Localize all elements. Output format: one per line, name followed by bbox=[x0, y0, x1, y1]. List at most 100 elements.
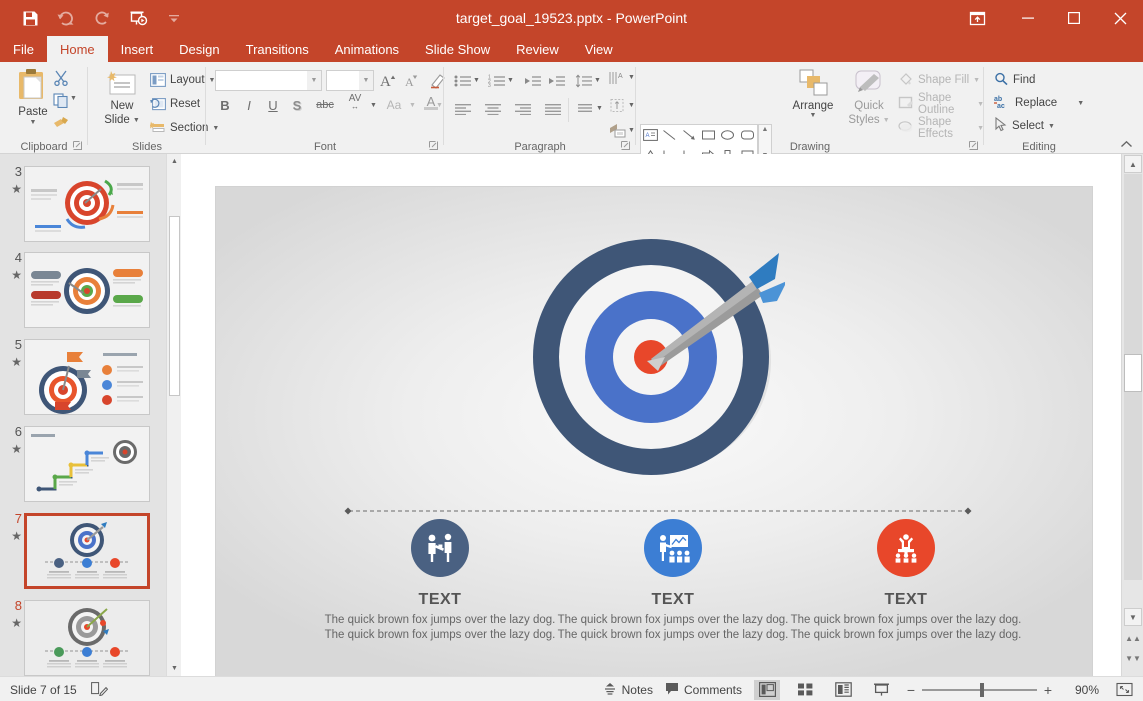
numbering-icon[interactable]: 123 bbox=[486, 71, 507, 91]
scroll-up-icon[interactable]: ▲ bbox=[1124, 155, 1142, 173]
target-with-arrow-graphic[interactable] bbox=[525, 209, 785, 479]
align-text-caret-icon[interactable]: ▼ bbox=[628, 102, 635, 109]
numbering-caret-icon[interactable]: ▼ bbox=[507, 77, 514, 84]
text-direction-caret-icon[interactable]: ▼ bbox=[628, 74, 635, 81]
decrease-indent-icon[interactable] bbox=[522, 71, 543, 91]
zoom-level-label[interactable]: 90% bbox=[1065, 683, 1099, 697]
tab-review[interactable]: Review bbox=[503, 36, 572, 62]
new-slide-caret-icon[interactable]: ▼ bbox=[133, 117, 140, 124]
zoom-track[interactable] bbox=[922, 689, 1037, 691]
scroll-thumb[interactable] bbox=[1124, 354, 1142, 392]
line-spacing-icon[interactable] bbox=[573, 71, 594, 91]
current-slide[interactable]: TEXT The quick brown fox jumps over the … bbox=[215, 186, 1093, 682]
slide-thumbnail-pane[interactable]: 3 ★ bbox=[0, 154, 166, 676]
decrease-font-size-icon[interactable]: A bbox=[402, 70, 424, 90]
zoom-handle[interactable] bbox=[980, 683, 984, 697]
normal-view-button[interactable] bbox=[754, 680, 780, 700]
shapes-scroll-up-icon[interactable]: ▲ bbox=[762, 126, 769, 133]
font-color-caret-icon[interactable]: ▼ bbox=[436, 102, 443, 109]
collapse-ribbon-icon[interactable] bbox=[1120, 140, 1133, 152]
align-left-icon[interactable] bbox=[452, 99, 473, 119]
align-text-icon[interactable] bbox=[607, 96, 628, 116]
thumbnail-slide-4[interactable] bbox=[24, 252, 150, 328]
change-case-caret-icon[interactable]: ▼ bbox=[409, 102, 416, 109]
replace-caret-icon[interactable]: ▼ bbox=[1077, 100, 1084, 107]
shape-fill-caret-icon[interactable]: ▼ bbox=[973, 77, 980, 84]
tab-home[interactable]: Home bbox=[47, 36, 108, 62]
ribbon-display-options-icon[interactable] bbox=[955, 0, 999, 36]
zoom-out-button[interactable]: − bbox=[906, 682, 916, 698]
slide-vertical-scrollbar[interactable]: ▲ ▼ ▲▲ ▼▼ bbox=[1121, 154, 1143, 676]
thumbnail-slide-8[interactable] bbox=[24, 600, 150, 676]
tab-animations[interactable]: Animations bbox=[322, 36, 412, 62]
quick-styles-caret-icon[interactable]: ▼ bbox=[883, 117, 890, 124]
font-size-combo[interactable]: ▼ bbox=[326, 70, 374, 91]
tab-insert[interactable]: Insert bbox=[108, 36, 167, 62]
bullets-icon[interactable] bbox=[452, 71, 473, 91]
font-dialog-launcher[interactable] bbox=[429, 141, 440, 152]
quick-styles-button[interactable]: Quick Styles ▼ bbox=[844, 68, 894, 126]
thumbnail-slide-3[interactable] bbox=[24, 166, 150, 242]
tab-design[interactable]: Design bbox=[166, 36, 232, 62]
thumbnail-scroll-thumb[interactable] bbox=[169, 216, 180, 396]
slide-sorter-view-button[interactable] bbox=[792, 680, 818, 700]
new-slide-button[interactable]: New Slide ▼ bbox=[95, 70, 149, 126]
arrange-caret-icon[interactable]: ▼ bbox=[810, 112, 817, 119]
find-button[interactable]: Find bbox=[994, 70, 1035, 90]
tab-file[interactable]: File bbox=[0, 36, 47, 62]
tab-view[interactable]: View bbox=[572, 36, 626, 62]
shape-arrow-icon[interactable] bbox=[680, 125, 699, 145]
slide-column-3[interactable]: TEXT The quick brown fox jumps over the … bbox=[786, 519, 1026, 642]
thumbnail-scroll-up-icon[interactable]: ▲ bbox=[167, 154, 182, 169]
shape-rounded-rectangle-icon[interactable] bbox=[738, 125, 757, 145]
shape-rectangle-icon[interactable] bbox=[699, 125, 718, 145]
shape-line-icon[interactable] bbox=[660, 125, 679, 145]
drawing-dialog-launcher[interactable] bbox=[969, 141, 980, 152]
shape-effects-button[interactable]: Shape Effects ▼ bbox=[898, 118, 984, 138]
maximize-icon[interactable] bbox=[1051, 0, 1097, 36]
text-shadow-button[interactable]: S bbox=[287, 95, 307, 115]
increase-font-size-icon[interactable]: A bbox=[378, 70, 400, 90]
shape-textbox-icon[interactable]: A bbox=[641, 125, 660, 145]
slide-edit-area[interactable]: TEXT The quick brown fox jumps over the … bbox=[181, 154, 1121, 676]
zoom-in-button[interactable]: + bbox=[1043, 682, 1053, 698]
scroll-down-icon[interactable]: ▼ bbox=[1124, 608, 1142, 626]
replace-button[interactable]: abac Replace ▼ bbox=[994, 93, 1084, 113]
bold-button[interactable]: B bbox=[215, 95, 235, 115]
line-spacing-caret-icon[interactable]: ▼ bbox=[594, 77, 601, 84]
align-center-icon[interactable] bbox=[482, 99, 503, 119]
convert-smartart-icon[interactable] bbox=[607, 121, 628, 141]
cut-icon[interactable] bbox=[50, 68, 71, 88]
italic-button[interactable]: I bbox=[239, 95, 259, 115]
format-painter-icon[interactable] bbox=[50, 112, 71, 132]
slide-column-2[interactable]: TEXT The quick brown fox jumps over the … bbox=[553, 519, 793, 642]
arrange-button[interactable]: Arrange ▼ bbox=[786, 68, 840, 119]
strikethrough-button[interactable]: abc bbox=[311, 95, 339, 115]
change-case-button[interactable]: Aa bbox=[382, 95, 406, 115]
previous-slide-icon[interactable]: ▲▲ bbox=[1124, 630, 1142, 646]
bullets-caret-icon[interactable]: ▼ bbox=[473, 77, 480, 84]
copy-icon[interactable] bbox=[50, 90, 71, 110]
font-name-caret-icon[interactable]: ▼ bbox=[307, 71, 321, 90]
close-icon[interactable] bbox=[1097, 0, 1143, 36]
slide-column-1[interactable]: TEXT The quick brown fox jumps over the … bbox=[320, 519, 560, 642]
reading-view-button[interactable] bbox=[830, 680, 856, 700]
thumbnail-slide-5[interactable] bbox=[24, 339, 150, 415]
slideshow-view-button[interactable] bbox=[868, 680, 894, 700]
character-spacing-caret-icon[interactable]: ▼ bbox=[370, 102, 377, 109]
character-spacing-button[interactable]: AV ↔ bbox=[342, 93, 368, 113]
underline-button[interactable]: U bbox=[263, 95, 283, 115]
shape-oval-icon[interactable] bbox=[718, 125, 737, 145]
comments-button[interactable]: Comments bbox=[665, 682, 742, 698]
reset-button[interactable]: Reset bbox=[150, 94, 200, 114]
increase-indent-icon[interactable] bbox=[546, 71, 567, 91]
minimize-icon[interactable] bbox=[1005, 0, 1051, 36]
notes-button[interactable]: Notes bbox=[603, 682, 653, 698]
fit-slide-to-window-button[interactable] bbox=[1111, 680, 1137, 700]
select-caret-icon[interactable]: ▼ bbox=[1048, 123, 1055, 130]
columns-caret-icon[interactable]: ▼ bbox=[596, 105, 603, 112]
justify-icon[interactable] bbox=[542, 99, 563, 119]
thumbnail-pane-scrollbar[interactable]: ▲ ▼ bbox=[166, 154, 181, 676]
shape-outline-button[interactable]: Shape Outline ▼ bbox=[898, 94, 984, 114]
font-size-caret-icon[interactable]: ▼ bbox=[359, 71, 373, 90]
